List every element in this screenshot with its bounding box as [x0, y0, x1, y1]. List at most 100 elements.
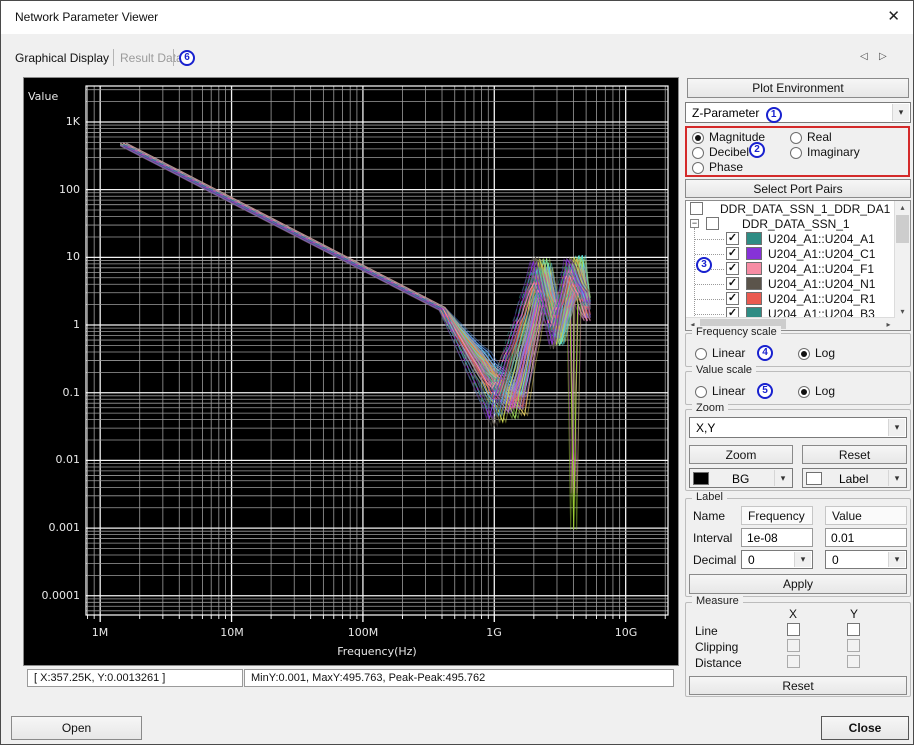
port-pair-label[interactable]: U204_A1::U204_A1: [768, 232, 875, 246]
tree-connector: [694, 228, 695, 322]
distance-x-checkbox[interactable]: [787, 655, 800, 668]
tab-prev-icon[interactable]: ◁: [860, 51, 868, 62]
value-decimal-select[interactable]: 0 ▾: [825, 550, 907, 569]
value-log-radio[interactable]: [798, 386, 810, 398]
bg-color-swatch: [693, 472, 709, 485]
chevron-down-icon[interactable]: ▾: [794, 552, 811, 567]
bg-color-label: BG: [732, 472, 749, 486]
radio-phase-label[interactable]: Phase: [709, 160, 743, 174]
scroll-up-icon[interactable]: ▴: [895, 201, 910, 214]
y-tick-label: 0.0001: [26, 589, 80, 602]
tree-group-checkbox[interactable]: [706, 217, 719, 230]
value-linear-radio[interactable]: [695, 386, 707, 398]
cursor-readout: [ X:357.25K, Y:0.0013261 ]: [27, 669, 243, 687]
vertical-scroll-thumb[interactable]: [896, 215, 909, 243]
x-tick-label: 100M: [333, 626, 393, 639]
close-button[interactable]: Close: [821, 716, 909, 740]
value-interval-input[interactable]: 0.01: [825, 528, 907, 547]
port-pairs-list[interactable]: DDR_DATA_SSN_1_DDR_DA1 − DDR_DATA_SSN_1 …: [685, 200, 911, 331]
port-pair-label[interactable]: U204_A1::U204_R1: [768, 292, 875, 306]
port-pair-checkbox[interactable]: ✓: [726, 262, 739, 275]
radio-imaginary-label[interactable]: Imaginary: [807, 145, 860, 159]
port-pair-label[interactable]: U204_A1::U204_F1: [768, 262, 874, 276]
series-color-swatch: [746, 292, 762, 305]
chevron-down-icon[interactable]: ▾: [888, 419, 905, 436]
line-y-checkbox[interactable]: [847, 623, 860, 636]
radio-decibel-label[interactable]: Decibel: [709, 145, 749, 159]
collapse-icon[interactable]: −: [690, 219, 699, 228]
callout-1: 1: [766, 107, 782, 123]
radio-imaginary[interactable]: [790, 147, 802, 159]
measure-line-label: Line: [695, 624, 718, 638]
callout-5: 5: [757, 383, 773, 399]
scroll-right-icon[interactable]: ▸: [882, 318, 895, 330]
bg-color-select[interactable]: BG ▾: [689, 468, 793, 488]
chevron-down-icon[interactable]: ▾: [888, 552, 905, 567]
parameter-select[interactable]: Z-Parameter 1 ▾: [685, 102, 911, 123]
curve: [120, 145, 584, 415]
clipping-y-checkbox[interactable]: [847, 639, 860, 652]
chevron-down-icon[interactable]: ▾: [892, 104, 909, 121]
frequency-interval-input[interactable]: 1e-08: [741, 528, 813, 547]
freq-linear-label[interactable]: Linear: [712, 346, 745, 360]
port-pair-checkbox[interactable]: ✓: [726, 232, 739, 245]
distance-y-checkbox[interactable]: [847, 655, 860, 668]
value-linear-label[interactable]: Linear: [712, 384, 745, 398]
apply-button[interactable]: Apply: [689, 574, 907, 594]
measure-group-title: Measure: [692, 595, 743, 607]
plot-canvas[interactable]: [24, 78, 678, 665]
freq-axis-title: Frequency(Hz): [257, 645, 497, 658]
label-group-title: Label: [692, 491, 727, 503]
radio-real-label[interactable]: Real: [807, 130, 832, 144]
radio-real[interactable]: [790, 132, 802, 144]
radio-phase[interactable]: [692, 162, 704, 174]
freq-log-radio[interactable]: [798, 348, 810, 360]
value-log-label[interactable]: Log: [815, 384, 835, 398]
zoom-reset-button[interactable]: Reset: [802, 445, 907, 464]
tree-group-label[interactable]: DDR_DATA_SSN_1: [742, 217, 850, 231]
tree-root-checkbox[interactable]: [690, 202, 703, 215]
label-color-swatch: [806, 472, 822, 485]
frequency-decimal-select[interactable]: 0 ▾: [741, 550, 813, 569]
open-button[interactable]: Open: [11, 716, 142, 740]
tab-divider: [113, 49, 114, 66]
select-port-pairs-button[interactable]: Select Port Pairs: [685, 179, 911, 198]
frequency-decimal-value: 0: [748, 553, 755, 567]
tree-connector: [695, 284, 724, 285]
label-interval-row: Interval: [693, 531, 732, 545]
tree-connector: [695, 239, 724, 240]
label-name-frequency: Frequency: [741, 506, 813, 525]
port-pair-checkbox[interactable]: ✓: [726, 277, 739, 290]
radio-magnitude[interactable]: [692, 132, 704, 144]
callout-3: 3: [696, 257, 712, 273]
port-pair-label[interactable]: U204_A1::U204_N1: [768, 277, 875, 291]
radio-decibel[interactable]: [692, 147, 704, 159]
tab-divider: [173, 49, 174, 66]
close-icon[interactable]: ✕: [887, 7, 900, 25]
curve: [120, 145, 584, 415]
chevron-down-icon[interactable]: ▾: [774, 470, 791, 486]
tree-connector: [695, 314, 724, 315]
label-color-select[interactable]: Label ▾: [802, 468, 907, 488]
tab-graphical-display[interactable]: Graphical Display: [15, 51, 109, 65]
zoom-button[interactable]: Zoom: [689, 445, 793, 464]
plot-environment-button[interactable]: Plot Environment: [687, 78, 909, 98]
port-pair-label[interactable]: U204_A1::U204_C1: [768, 247, 875, 261]
zoom-mode-value: X,Y: [696, 421, 715, 435]
chevron-down-icon[interactable]: ▾: [888, 470, 905, 486]
tab-next-icon[interactable]: ▷: [879, 51, 887, 62]
measure-reset-button[interactable]: Reset: [689, 676, 907, 695]
callout-6: 6: [179, 50, 195, 66]
scroll-down-icon[interactable]: ▾: [895, 305, 910, 318]
label-decimal-row: Decimal: [693, 553, 736, 567]
port-pair-checkbox[interactable]: ✓: [726, 292, 739, 305]
zoom-mode-select[interactable]: X,Y ▾: [689, 417, 907, 438]
line-x-checkbox[interactable]: [787, 623, 800, 636]
freq-log-label[interactable]: Log: [815, 346, 835, 360]
tree-root-label[interactable]: DDR_DATA_SSN_1_DDR_DA1: [720, 202, 890, 216]
curve: [120, 145, 584, 400]
port-pair-checkbox[interactable]: ✓: [726, 247, 739, 260]
freq-linear-radio[interactable]: [695, 348, 707, 360]
clipping-x-checkbox[interactable]: [787, 639, 800, 652]
label-name-value: Value: [825, 506, 907, 525]
